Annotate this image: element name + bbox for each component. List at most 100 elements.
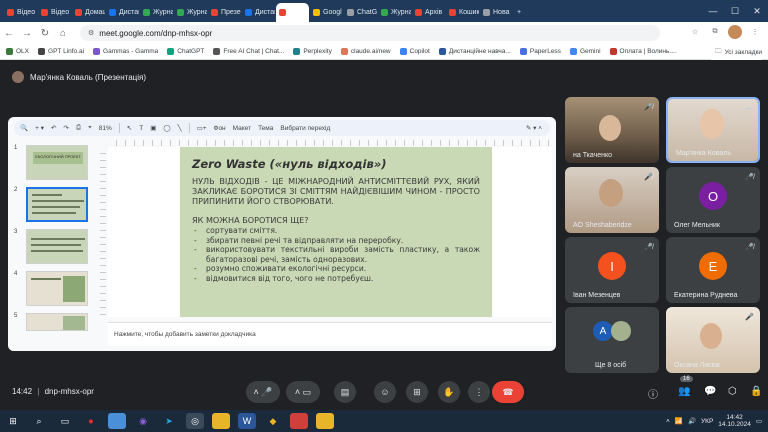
- toolbar-background[interactable]: Фон: [214, 125, 226, 132]
- bookmark-item[interactable]: OLX: [6, 48, 29, 55]
- bookmark-item[interactable]: Gemini: [569, 48, 601, 55]
- emoji-button[interactable]: ☺: [374, 381, 396, 403]
- bookmark-item[interactable]: Дистанційне навча...: [438, 48, 511, 55]
- opera-icon[interactable]: ●: [82, 413, 100, 429]
- more-options-icon[interactable]: ⋯: [745, 105, 752, 113]
- participant-tile[interactable]: 🎤̸ на Ткаченко: [565, 97, 659, 163]
- browser-tab[interactable]: Журна: [378, 3, 411, 22]
- language-indicator[interactable]: УКР: [701, 418, 713, 425]
- present-button[interactable]: ⊞: [406, 381, 428, 403]
- speaker-notes[interactable]: Нажмите, чтобы добавить заметки докладчи…: [108, 322, 552, 346]
- volume-icon[interactable]: 🔊: [688, 417, 696, 425]
- browser-tab[interactable]: Нова: [480, 3, 513, 22]
- people-icon[interactable]: 👥: [678, 386, 690, 397]
- bookmark-item[interactable]: ChatGPT: [167, 48, 204, 55]
- participant-tile[interactable]: 🎤̸ Оксана Лисюк: [666, 307, 760, 373]
- activities-icon[interactable]: ⬡: [728, 386, 737, 397]
- print-icon[interactable]: ⎙: [76, 124, 81, 132]
- select-icon[interactable]: ↖: [127, 124, 132, 132]
- site-info-icon[interactable]: ⚙: [88, 29, 94, 37]
- task-view-icon[interactable]: ▭: [56, 413, 74, 429]
- browser-tab[interactable]: Googl: [310, 3, 343, 22]
- bookmark-item[interactable]: GPT Linfo.ai: [38, 48, 84, 55]
- notifications-icon[interactable]: ▭: [756, 417, 762, 425]
- bookmark-item[interactable]: Free AI Chat | Chat...: [213, 48, 284, 55]
- participant-tile[interactable]: 🎤̸ AO Sheshaberidze: [565, 167, 659, 233]
- telegram-icon[interactable]: ➤: [160, 413, 178, 429]
- folder-icon[interactable]: [316, 413, 334, 429]
- undo-icon[interactable]: ↶: [51, 124, 56, 132]
- browser-tab[interactable]: Дистан: [106, 3, 139, 22]
- text-box-icon[interactable]: T: [139, 125, 143, 132]
- app-icon[interactable]: ◆: [264, 413, 282, 429]
- viber-icon[interactable]: ◉: [134, 413, 152, 429]
- browser-tab[interactable]: [276, 3, 309, 22]
- participant-tile[interactable]: Е 🎤̸ Екатерина Руднева: [666, 237, 760, 303]
- more-options-button[interactable]: ⋮: [468, 381, 490, 403]
- minimize-icon[interactable]: —: [702, 0, 724, 22]
- toolbar-theme[interactable]: Тема: [258, 125, 273, 132]
- chrome-icon[interactable]: ◎: [186, 413, 204, 429]
- browser-tab[interactable]: Журна: [174, 3, 207, 22]
- clock[interactable]: 14:42 14.10.2024: [718, 414, 751, 428]
- windows-start-icon[interactable]: ⊞: [4, 413, 22, 429]
- close-window-icon[interactable]: ✕: [746, 0, 768, 22]
- reload-icon[interactable]: ↻: [36, 24, 54, 42]
- info-icon[interactable]: ⓘ: [648, 386, 658, 401]
- slide-thumbnail-selected[interactable]: 2: [14, 187, 88, 222]
- participant-tile[interactable]: О 🎤̸ Олег Мельник: [666, 167, 760, 233]
- forward-icon[interactable]: →: [18, 24, 36, 42]
- redo-icon[interactable]: ↷: [63, 124, 68, 132]
- browser-tab[interactable]: Кошик: [446, 3, 479, 22]
- comment-icon[interactable]: ▭+: [197, 124, 207, 132]
- files-icon[interactable]: [212, 413, 230, 429]
- app-icon[interactable]: [108, 413, 126, 429]
- word-icon[interactable]: W: [238, 413, 256, 429]
- bookmark-item[interactable]: PaperLess: [519, 48, 561, 55]
- chat-icon[interactable]: 💬: [704, 386, 716, 397]
- leave-call-button[interactable]: ☎: [492, 381, 524, 403]
- camera-options-button[interactable]: ˄ ▭: [286, 381, 320, 403]
- bookmark-item[interactable]: claude.ai/new: [340, 48, 391, 55]
- current-slide[interactable]: Zero Waste («нуль відходів») Нуль відход…: [180, 147, 492, 317]
- chevron-up-icon[interactable]: ˄: [666, 418, 670, 425]
- new-slide-icon[interactable]: + ▾: [35, 124, 44, 132]
- slide-thumbnail[interactable]: 5: [14, 313, 88, 331]
- extensions-icon[interactable]: ⧉: [708, 25, 722, 39]
- zoom-select[interactable]: 81%: [99, 125, 112, 132]
- pen-icon[interactable]: ✎ ▾ ˄: [526, 124, 542, 132]
- profile-avatar[interactable]: [728, 25, 742, 39]
- browser-tab[interactable]: Домаш: [72, 3, 105, 22]
- browser-tab[interactable]: Презе: [208, 3, 241, 22]
- browser-tab[interactable]: ChatG: [344, 3, 377, 22]
- bookmark-item[interactable]: Perplexity: [293, 48, 332, 55]
- all-bookmarks[interactable]: 🗀 Усі закладки: [711, 44, 762, 60]
- app-icon[interactable]: [290, 413, 308, 429]
- maximize-icon[interactable]: ☐: [724, 0, 746, 22]
- more-participants-tile[interactable]: А Ще 8 осіб: [565, 307, 659, 373]
- search-icon[interactable]: ⌕: [30, 413, 48, 429]
- raise-hand-button[interactable]: ✋: [438, 381, 460, 403]
- star-icon[interactable]: ☆: [688, 25, 702, 39]
- toolbar-layout[interactable]: Макет: [233, 125, 251, 132]
- image-icon[interactable]: ▣: [150, 124, 156, 132]
- participant-tile-speaking[interactable]: ⋯ Мар'янка Коваль: [666, 97, 760, 163]
- back-icon[interactable]: ←: [0, 24, 18, 42]
- browser-tab[interactable]: Дистан: [242, 3, 275, 22]
- slide-canvas[interactable]: Zero Waste («нуль відходів») Нуль відход…: [108, 147, 552, 317]
- shape-icon[interactable]: ◯: [163, 124, 170, 132]
- slide-thumbnail[interactable]: 3: [14, 229, 88, 264]
- slide-thumbnail[interactable]: 4: [14, 271, 88, 306]
- bookmark-item[interactable]: Оплата | Волинь....: [609, 48, 677, 55]
- address-bar[interactable]: ⚙ meet.google.com/dnp-mhsx-opr: [80, 25, 660, 41]
- new-tab-button[interactable]: +: [514, 3, 528, 22]
- toolbar-transition[interactable]: Вибрати перехід: [280, 125, 330, 132]
- home-icon[interactable]: ⌂: [54, 24, 72, 42]
- browser-tab[interactable]: Відео: [38, 3, 71, 22]
- lock-icon[interactable]: 🔒: [750, 386, 762, 397]
- line-icon[interactable]: ╲: [178, 124, 182, 132]
- search-icon[interactable]: 🔍: [20, 124, 28, 132]
- menu-icon[interactable]: ⋮: [748, 25, 762, 39]
- network-icon[interactable]: 📶: [675, 417, 683, 425]
- bookmark-item[interactable]: Copilot: [399, 48, 430, 55]
